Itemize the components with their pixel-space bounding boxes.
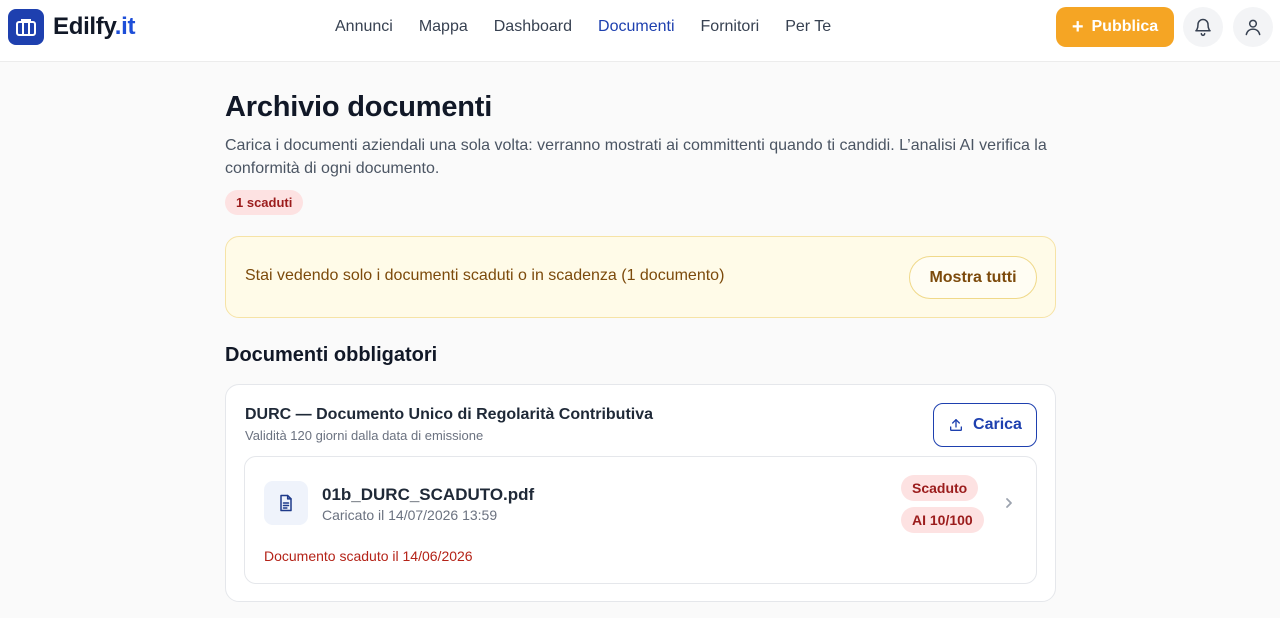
expiry-warning: Documento scaduto il 14/06/2026 bbox=[264, 548, 473, 564]
file-upload-date: Caricato il 14/07/2026 13:59 bbox=[322, 507, 498, 523]
document-icon bbox=[264, 481, 308, 525]
notifications-button[interactable] bbox=[1183, 7, 1223, 47]
nav-item-mappa[interactable]: Mappa bbox=[419, 18, 468, 36]
plus-icon: + bbox=[1071, 16, 1084, 38]
section-title: Documenti obbligatori bbox=[225, 344, 438, 366]
status-badge: Scaduto bbox=[901, 475, 979, 501]
nav-item-fornitori[interactable]: Fornitori bbox=[701, 18, 760, 36]
nav-item-documenti[interactable]: Documenti bbox=[598, 18, 674, 36]
brand-name: Edilfy.it bbox=[53, 13, 136, 40]
page-title: Archivio documenti bbox=[225, 91, 493, 123]
ai-score-badge: AI 10/100 bbox=[901, 507, 984, 533]
top-navigation-bar: Edilfy.it Annunci Mappa Dashboard Docume… bbox=[0, 0, 1280, 62]
nav-item-per-te[interactable]: Per Te bbox=[785, 18, 831, 36]
bell-icon bbox=[1195, 18, 1211, 37]
document-type-validity: Validità 120 giorni dalla data di emissi… bbox=[245, 428, 484, 443]
page-subtitle: Carica i documenti aziendali una sola vo… bbox=[225, 137, 1047, 177]
filter-banner-text: Stai vedendo solo i documenti scaduti o … bbox=[245, 267, 725, 284]
uploaded-file-row[interactable]: 01b_DURC_SCADUTO.pdf Caricato il 14/07/2… bbox=[244, 456, 1037, 584]
main-content: Archivio documenti Carica i documenti az… bbox=[225, 62, 1056, 602]
publish-button-label: Pubblica bbox=[1091, 18, 1159, 35]
user-icon bbox=[1245, 19, 1261, 36]
expired-count-badge: 1 scaduti bbox=[225, 190, 304, 215]
brand-tld: .it bbox=[114, 13, 136, 40]
show-all-button[interactable]: Mostra tutti bbox=[909, 256, 1037, 299]
upload-icon bbox=[950, 419, 963, 431]
publish-button[interactable]: + Pubblica bbox=[1056, 7, 1174, 47]
brand-logo[interactable]: Edilfy.it bbox=[8, 9, 136, 45]
upload-button-label: Carica bbox=[973, 416, 1022, 433]
expired-filter-banner: Stai vedendo solo i documenti scaduti o … bbox=[225, 236, 1056, 318]
upload-button[interactable]: Carica bbox=[933, 403, 1037, 447]
nav-item-dashboard[interactable]: Dashboard bbox=[494, 18, 572, 36]
file-name: 01b_DURC_SCADUTO.pdf bbox=[322, 485, 535, 504]
document-type-title: DURC — Documento Unico di Regolarità Con… bbox=[245, 406, 654, 423]
nav-item-annunci[interactable]: Annunci bbox=[335, 18, 393, 36]
building-logo-icon bbox=[8, 9, 44, 45]
chevron-right-icon bbox=[1006, 498, 1012, 508]
main-nav: Annunci Mappa Dashboard Documenti Fornit… bbox=[322, 0, 844, 54]
document-type-card: DURC — Documento Unico di Regolarità Con… bbox=[225, 384, 1056, 602]
user-menu-button[interactable] bbox=[1233, 7, 1273, 47]
